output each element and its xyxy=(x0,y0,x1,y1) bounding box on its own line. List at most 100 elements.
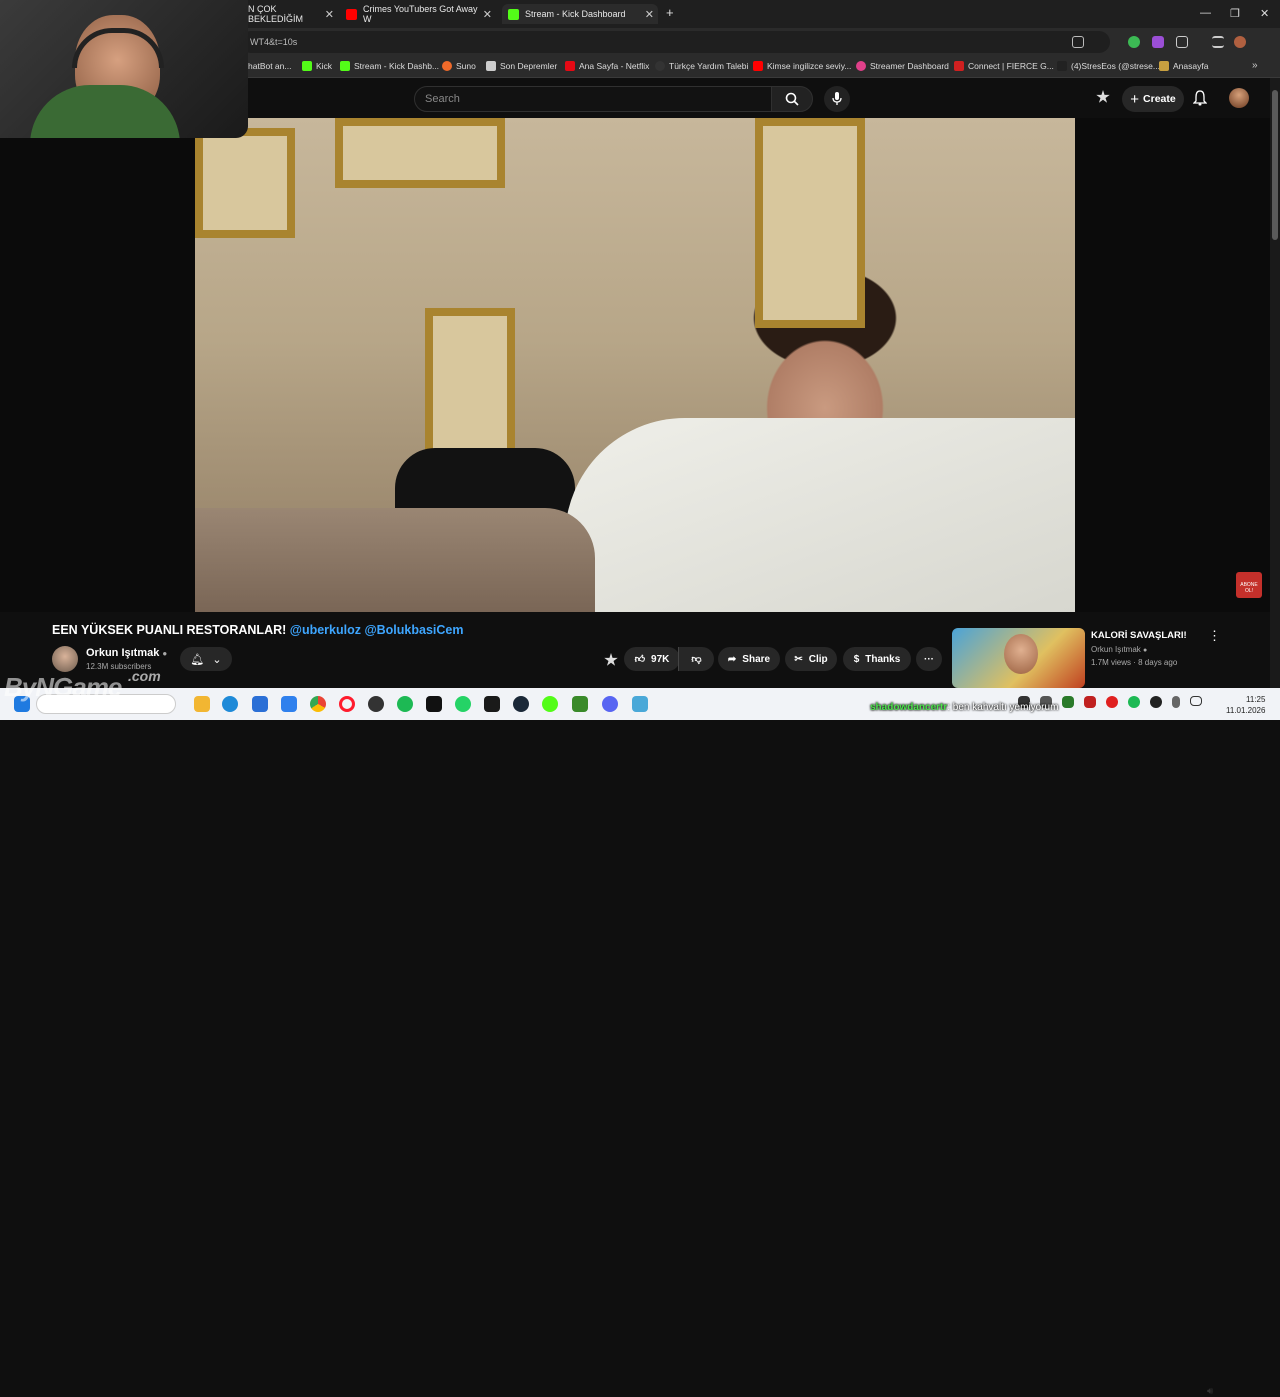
clip-label: Clip xyxy=(808,653,828,665)
minecraft-icon[interactable] xyxy=(572,696,588,712)
bookmark-label: hatBot an... xyxy=(248,61,292,71)
tray-icon[interactable] xyxy=(1084,696,1096,708)
more-bookmarks-icon[interactable]: » xyxy=(1252,60,1258,71)
create-label: Create xyxy=(1143,93,1176,105)
close-window-icon[interactable]: ✕ xyxy=(1260,7,1269,20)
voice-search-button[interactable] xyxy=(824,86,850,112)
tab-3-active[interactable]: Stream - Kick Dashboard ✕ xyxy=(502,4,658,24)
bookmark-streamer-dashboard[interactable]: Streamer Dashboard xyxy=(856,61,949,71)
microphone-tray-icon[interactable] xyxy=(1172,696,1180,708)
notifications-bell-icon[interactable] xyxy=(1193,90,1207,106)
nvidia-icon[interactable] xyxy=(426,696,442,712)
suggested-video-channel[interactable]: Orkun Işıtmak ● xyxy=(1091,645,1147,654)
microphone-icon xyxy=(832,92,842,105)
tray-icon[interactable] xyxy=(1106,696,1118,708)
like-button[interactable]: 👍︎ 97K xyxy=(624,647,680,671)
steam-icon[interactable] xyxy=(513,696,529,712)
tray-icon[interactable] xyxy=(1128,696,1140,708)
green-app-icon[interactable] xyxy=(542,696,558,712)
cast-icon[interactable] xyxy=(1072,36,1084,48)
bookmark-fierce[interactable]: Connect | FIERCE G... xyxy=(954,61,1054,71)
bookmark-label: (4)StresEos (@strese... xyxy=(1071,61,1160,71)
bookmark-kick-dashboard[interactable]: Stream - Kick Dashb... xyxy=(340,61,439,71)
page-scrollbar[interactable] xyxy=(1270,78,1280,688)
clip-button[interactable]: ✂ Clip xyxy=(785,647,837,671)
share-label: Share xyxy=(742,653,771,665)
bookmark-yardim[interactable]: Türkçe Yardım Talebi xyxy=(655,61,748,71)
channel-name-text: Orkun Işıtmak xyxy=(86,647,160,659)
new-tab-icon[interactable]: + xyxy=(666,5,674,20)
bookmark-kick[interactable]: Kick xyxy=(302,61,332,71)
thumbnail-face xyxy=(1004,634,1038,674)
spotify-icon[interactable] xyxy=(397,696,413,712)
extension-green-icon[interactable] xyxy=(1128,36,1140,48)
suggested-video-title[interactable]: KALORİ SAVAŞLARI! xyxy=(1091,630,1187,641)
tab-2[interactable]: Crimes YouTubers Got Away W ✕ xyxy=(346,4,496,24)
taskbar-clock[interactable]: 11:25 11.01.2026 xyxy=(1226,694,1265,716)
restore-icon[interactable]: ❐ xyxy=(1230,7,1240,20)
network-icon[interactable] xyxy=(1190,696,1202,706)
tray-icon[interactable] xyxy=(1150,696,1162,708)
channel-name[interactable]: Orkun Işıtmak ● xyxy=(86,647,167,659)
streamer-hoodie xyxy=(30,85,180,138)
subscribe-badge[interactable]: ABONE OL! xyxy=(1236,572,1262,598)
minimize-icon[interactable]: — xyxy=(1200,7,1211,19)
extensions-puzzle-icon[interactable] xyxy=(1176,36,1188,48)
address-bar[interactable]: WT4&t=10s xyxy=(240,31,1110,53)
mail-icon[interactable] xyxy=(281,696,297,712)
edge-icon[interactable] xyxy=(222,696,238,712)
chat-text: : ben kahvaltı yemiyorum xyxy=(947,702,1059,713)
opera-icon[interactable] xyxy=(339,696,355,712)
volume-icon[interactable]: 🔊︎ xyxy=(1207,1386,1213,1397)
subscribed-bell-button[interactable]: 🔔︎ ⌄ xyxy=(180,647,232,671)
close-tab-icon[interactable]: ✕ xyxy=(321,8,338,21)
obs-icon[interactable] xyxy=(368,696,384,712)
bookmark-chatbot[interactable]: hatBot an... xyxy=(248,61,291,71)
file-explorer-icon[interactable] xyxy=(194,696,210,712)
extension-purple-icon[interactable] xyxy=(1152,36,1164,48)
bookmark-son-depremler[interactable]: Son Depremler xyxy=(486,61,557,71)
tray-icon[interactable] xyxy=(1062,696,1074,708)
close-tab-icon[interactable]: ✕ xyxy=(479,8,496,21)
kick-app-icon[interactable] xyxy=(484,696,500,712)
painting-left xyxy=(195,128,295,238)
suggested-video-thumbnail[interactable] xyxy=(952,628,1085,688)
bookmark-youtube[interactable]: Kimse ingilizce seviy... xyxy=(753,61,851,71)
more-actions-button[interactable]: ··· xyxy=(916,647,942,671)
bookmark-label: Türkçe Yardım Talebi xyxy=(669,61,749,71)
whatsapp-icon[interactable] xyxy=(455,696,471,712)
search-input[interactable]: Search xyxy=(414,86,772,112)
premium-sparkle-icon[interactable] xyxy=(1096,90,1110,103)
chat-username: shadowdancertr xyxy=(870,702,948,713)
bookmark-suno[interactable]: Suno xyxy=(442,61,476,71)
dislike-button[interactable]: 👎︎ xyxy=(678,647,714,671)
suggested-menu-icon[interactable]: ⋮ xyxy=(1208,628,1221,644)
bookmark-tiktok[interactable]: (4)StresEos (@strese... xyxy=(1057,61,1160,71)
create-button[interactable]: + Create xyxy=(1122,86,1184,112)
tab-1[interactable]: N ÇOK BEKLEDİĞİM ✕ xyxy=(248,4,338,24)
bookmark-netflix[interactable]: Ana Sayfa - Netflix xyxy=(565,61,649,71)
suno-icon xyxy=(442,61,452,71)
bookmark-anasayfa[interactable]: Anasayfa xyxy=(1159,61,1208,71)
share-button[interactable]: ➦ Share xyxy=(718,647,780,671)
video-player[interactable]: ABONE OL! xyxy=(0,118,1270,612)
video-frame[interactable] xyxy=(195,118,1075,612)
video-title-mentions[interactable]: @uberkuloz @BolukbasiCem xyxy=(290,623,464,637)
channel-avatar[interactable] xyxy=(52,646,78,672)
search-button[interactable] xyxy=(771,86,813,112)
profile-avatar-icon[interactable] xyxy=(1234,36,1246,48)
app-icon[interactable] xyxy=(602,696,618,712)
youtube-icon xyxy=(753,61,763,71)
store-icon[interactable] xyxy=(252,696,268,712)
bookmark-label: Anasayfa xyxy=(1173,61,1209,71)
scrollbar-thumb[interactable] xyxy=(1272,90,1278,240)
close-tab-icon[interactable]: ✕ xyxy=(641,8,658,21)
chrome-icon[interactable] xyxy=(310,696,326,712)
account-avatar[interactable] xyxy=(1229,88,1249,108)
app-icon-f[interactable] xyxy=(632,696,648,712)
thanks-button[interactable]: $ Thanks xyxy=(843,647,911,671)
reading-list-icon[interactable] xyxy=(1212,36,1224,48)
tiktok-icon xyxy=(1057,61,1067,71)
bookmark-label: Streamer Dashboard xyxy=(870,61,949,71)
ask-sparkle-icon[interactable] xyxy=(604,653,618,666)
